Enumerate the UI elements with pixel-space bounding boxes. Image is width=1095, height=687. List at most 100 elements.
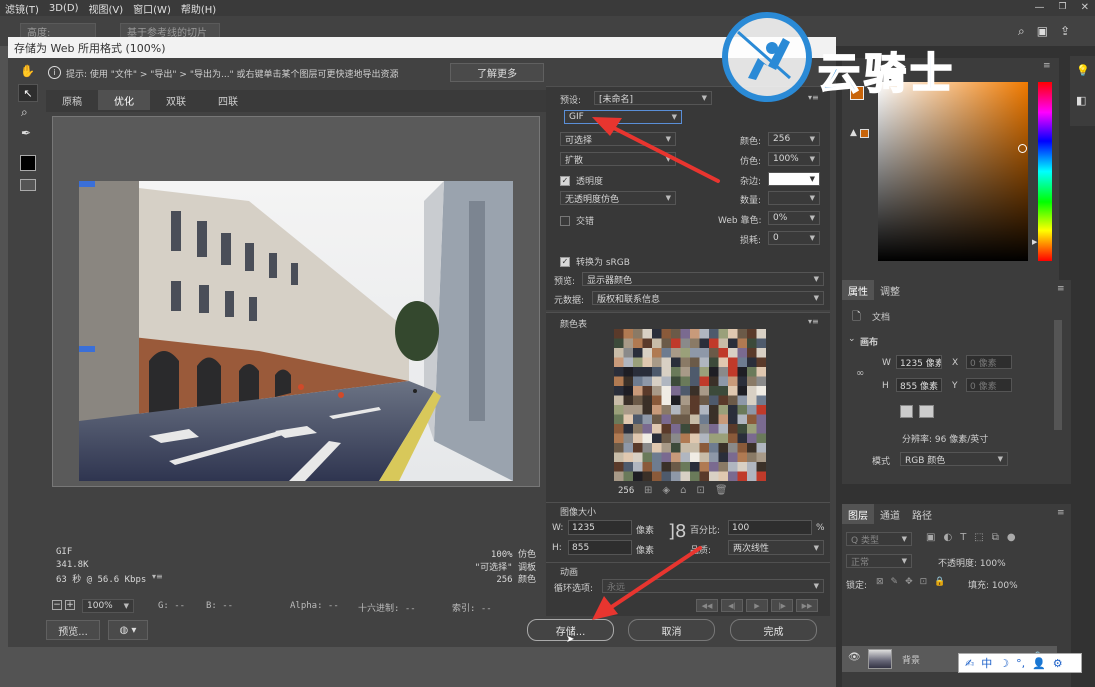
color-swatch[interactable] xyxy=(633,414,643,425)
new-color-icon[interactable]: ⊡ xyxy=(696,485,704,496)
color-swatch[interactable] xyxy=(614,443,624,453)
color-swatch[interactable] xyxy=(718,443,729,453)
percent-input[interactable]: 100 xyxy=(728,520,812,535)
color-swatch[interactable] xyxy=(718,424,729,434)
color-swatch[interactable] xyxy=(747,433,757,444)
color-swatch[interactable] xyxy=(671,452,681,463)
color-swatch[interactable] xyxy=(633,405,643,415)
color-swatch[interactable] xyxy=(680,471,691,482)
color-swatch[interactable] xyxy=(661,357,672,368)
color-swatch[interactable] xyxy=(680,433,691,444)
color-swatch[interactable] xyxy=(623,386,634,396)
toggle-slices-icon[interactable] xyxy=(20,179,36,191)
tab-original[interactable]: 原稿 xyxy=(46,90,98,110)
zoom-select[interactable]: 100% ▼ xyxy=(82,599,134,613)
color-swatch[interactable] xyxy=(623,329,634,339)
color-swatch[interactable] xyxy=(747,424,757,434)
color-swatch[interactable] xyxy=(623,395,634,406)
color-swatch[interactable] xyxy=(661,424,672,434)
color-swatch[interactable] xyxy=(614,433,624,444)
color-swatch[interactable] xyxy=(652,414,662,425)
color-swatch[interactable] xyxy=(737,329,748,339)
color-swatch[interactable] xyxy=(699,395,710,406)
color-swatch[interactable] xyxy=(671,443,681,453)
menu-filter[interactable]: 滤镜(T) xyxy=(0,1,44,16)
color-swatch[interactable] xyxy=(737,357,748,368)
color-swatch[interactable] xyxy=(671,367,681,377)
color-swatch[interactable] xyxy=(737,433,748,444)
size-height-input[interactable]: 855 xyxy=(568,540,632,555)
color-swatch[interactable] xyxy=(756,348,767,358)
color-swatch[interactable] xyxy=(718,386,729,396)
amount-select[interactable]: ▼ xyxy=(768,191,820,205)
landscape-icon[interactable] xyxy=(919,405,934,418)
menu-3d[interactable]: 3D(D) xyxy=(44,3,84,14)
color-swatch[interactable] xyxy=(690,329,700,339)
color-swatch[interactable] xyxy=(671,471,681,482)
preview-area[interactable] xyxy=(52,116,540,487)
color-swatch[interactable] xyxy=(652,376,662,387)
ime-user-icon[interactable]: 👤 xyxy=(1032,657,1046,670)
color-swatch[interactable] xyxy=(709,462,719,472)
color-swatch[interactable] xyxy=(614,357,624,368)
color-swatch[interactable] xyxy=(690,348,700,358)
color-swatch[interactable] xyxy=(623,348,634,358)
color-swatch[interactable] xyxy=(652,433,662,444)
color-swatch[interactable] xyxy=(642,329,653,339)
type-filter-icon[interactable]: T xyxy=(960,532,966,543)
color-swatch[interactable] xyxy=(690,405,700,415)
color-swatch[interactable] xyxy=(747,405,757,415)
color-swatch[interactable] xyxy=(699,462,710,472)
color-swatch[interactable] xyxy=(747,443,757,453)
color-swatch[interactable] xyxy=(756,452,767,463)
color-swatch[interactable] xyxy=(671,424,681,434)
color-swatch[interactable] xyxy=(737,348,748,358)
color-swatch[interactable] xyxy=(709,329,719,339)
color-swatch[interactable] xyxy=(709,414,719,425)
color-swatch[interactable] xyxy=(652,348,662,358)
color-swatch[interactable] xyxy=(709,386,719,396)
color-swatch[interactable] xyxy=(728,443,738,453)
color-swatch[interactable] xyxy=(690,433,700,444)
color-swatch[interactable] xyxy=(756,338,767,349)
color-swatch[interactable] xyxy=(633,471,643,482)
color-swatch[interactable] xyxy=(690,424,700,434)
color-swatch[interactable] xyxy=(709,395,719,406)
color-swatch[interactable] xyxy=(737,395,748,406)
color-swatch[interactable] xyxy=(614,452,624,463)
zoom-in-icon[interactable]: + xyxy=(65,600,75,610)
color-swatch[interactable] xyxy=(661,338,672,349)
loop-select[interactable]: 永远 ▼ xyxy=(602,579,824,593)
color-swatch[interactable] xyxy=(690,395,700,406)
color-swatch[interactable] xyxy=(709,405,719,415)
color-swatch[interactable] xyxy=(680,395,691,406)
map-to-transparent-icon[interactable]: ⊞ xyxy=(644,485,652,496)
color-swatch[interactable] xyxy=(747,348,757,358)
color-swatch[interactable] xyxy=(661,462,672,472)
ime-chinese-mode[interactable]: 中 xyxy=(981,655,992,671)
interlace-checkbox[interactable] xyxy=(560,215,570,226)
color-swatch[interactable] xyxy=(747,452,757,463)
color-swatch[interactable] xyxy=(652,462,662,472)
color-swatch[interactable] xyxy=(661,405,672,415)
color-swatch[interactable] xyxy=(623,471,634,482)
ime-punct-icon[interactable]: °, xyxy=(1016,657,1025,670)
color-swatch[interactable] xyxy=(671,376,681,387)
color-swatch[interactable] xyxy=(614,338,624,349)
adjust-filter-icon[interactable]: ◐ xyxy=(943,532,952,543)
color-swatch[interactable] xyxy=(756,471,767,482)
color-swatch[interactable] xyxy=(652,452,662,463)
color-swatch[interactable] xyxy=(680,443,691,453)
color-swatch[interactable] xyxy=(633,329,643,339)
color-swatch[interactable] xyxy=(747,367,757,377)
color-swatch[interactable] xyxy=(614,386,624,396)
color-swatch[interactable] xyxy=(718,433,729,444)
menu-help[interactable]: 帮助(H) xyxy=(176,1,221,16)
color-swatch[interactable] xyxy=(623,452,634,463)
color-swatch[interactable] xyxy=(718,414,729,425)
color-swatch[interactable] xyxy=(747,395,757,406)
color-table-grid[interactable] xyxy=(614,329,766,481)
last-frame-icon[interactable]: ▶▶ xyxy=(796,599,818,612)
menu-window[interactable]: 窗口(W) xyxy=(128,1,176,16)
color-swatch[interactable] xyxy=(728,433,738,444)
